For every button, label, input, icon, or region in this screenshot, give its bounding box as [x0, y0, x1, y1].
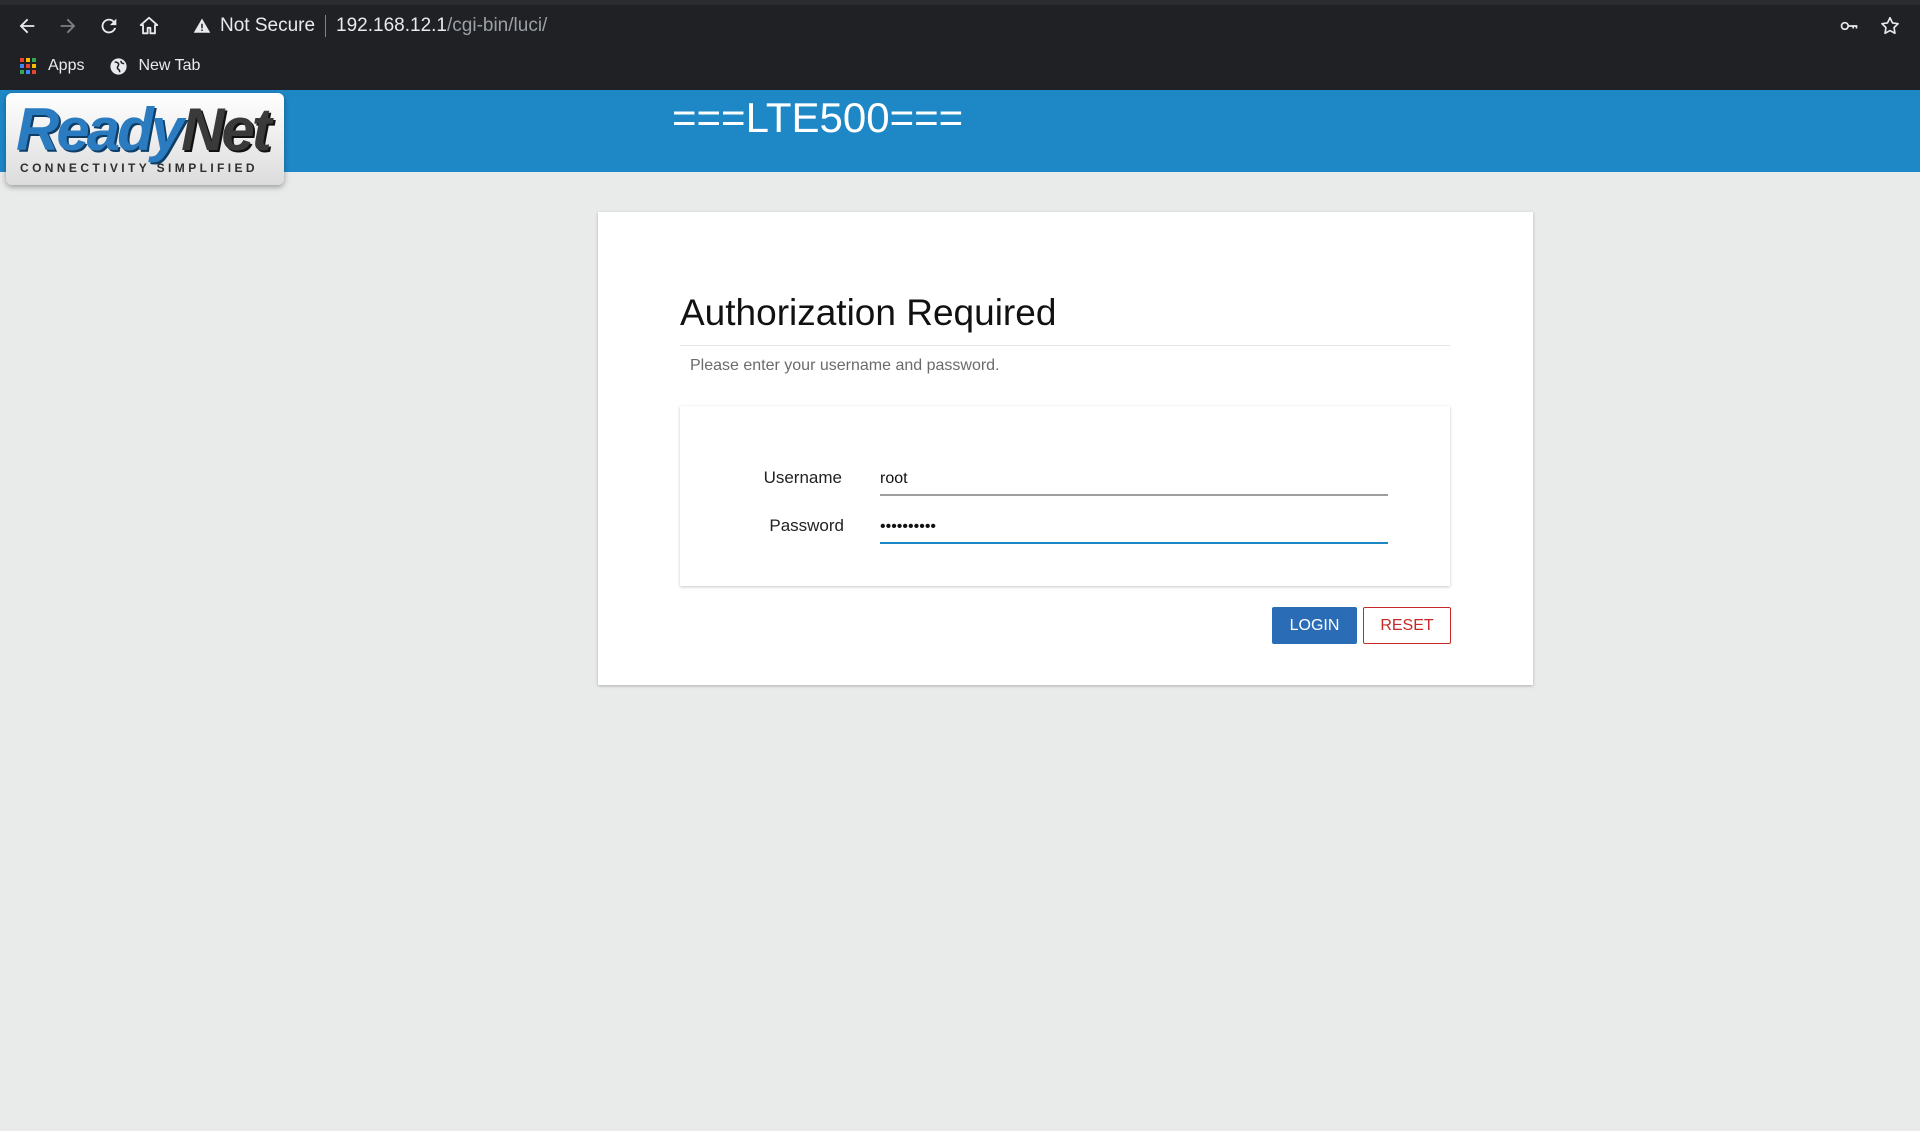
bookmark-label: New Tab: [138, 57, 201, 74]
username-input[interactable]: [880, 456, 1388, 496]
router-header: ===LTE500===: [0, 90, 1920, 172]
globe-icon: [108, 56, 128, 76]
warning-icon: [192, 16, 212, 36]
reload-icon: [101, 18, 117, 34]
title-divider: [680, 345, 1450, 346]
password-row: Password: [680, 504, 1450, 544]
login-form: Username Password: [680, 406, 1450, 586]
bookmarks-bar: Apps New Tab: [0, 50, 200, 82]
forward-button[interactable]: [53, 11, 83, 41]
bookmark-star-button[interactable]: [1877, 13, 1903, 39]
password-input[interactable]: [880, 504, 1388, 544]
reset-button[interactable]: RESET: [1363, 607, 1451, 644]
login-description: Please enter your username and password.: [690, 357, 1000, 374]
device-title: ===LTE500===: [672, 94, 964, 141]
home-icon: [139, 16, 159, 35]
security-status[interactable]: Not Secure: [220, 15, 315, 37]
readynet-logo[interactable]: ReadyNet CONNECTIVITY SIMPLIFIED: [6, 93, 284, 185]
url-path[interactable]: /cgi-bin/luci/: [447, 15, 547, 37]
username-label: Username: [763, 468, 842, 487]
arrow-right-icon: [60, 18, 76, 34]
logo-wordmark: ReadyNet: [16, 95, 272, 165]
arrow-left-icon: [19, 18, 35, 34]
browser-chrome: Not Secure 192.168.12.1/cgi-bin/luci/ Ap…: [0, 0, 1920, 90]
page-title: Authorization Required: [680, 292, 1057, 333]
tab-strip: [0, 0, 1920, 5]
home-button[interactable]: [134, 11, 164, 41]
back-button[interactable]: [12, 11, 42, 41]
apps-grid-icon: [18, 56, 38, 76]
url-host[interactable]: 192.168.12.1: [336, 15, 447, 37]
address-separator: [325, 15, 327, 37]
logo-tagline: CONNECTIVITY SIMPLIFIED: [20, 161, 258, 175]
login-button[interactable]: LOGIN: [1272, 607, 1357, 644]
bookmark-label: Apps: [48, 57, 85, 74]
reload-button[interactable]: [94, 11, 124, 41]
logo-net: Net: [181, 96, 272, 163]
bookmark-apps[interactable]: Apps: [18, 56, 84, 76]
password-key-button[interactable]: [1836, 13, 1862, 39]
star-icon: [1881, 16, 1899, 35]
login-card: Authorization Required Please enter your…: [598, 212, 1533, 685]
username-row: Username: [680, 456, 1450, 496]
address-bar[interactable]: Not Secure 192.168.12.1/cgi-bin/luci/: [180, 8, 1900, 44]
password-label: Password: [769, 516, 844, 535]
key-icon: [1840, 21, 1858, 31]
bookmark-new-tab[interactable]: New Tab: [108, 56, 200, 76]
logo-ready: Ready: [16, 96, 184, 163]
